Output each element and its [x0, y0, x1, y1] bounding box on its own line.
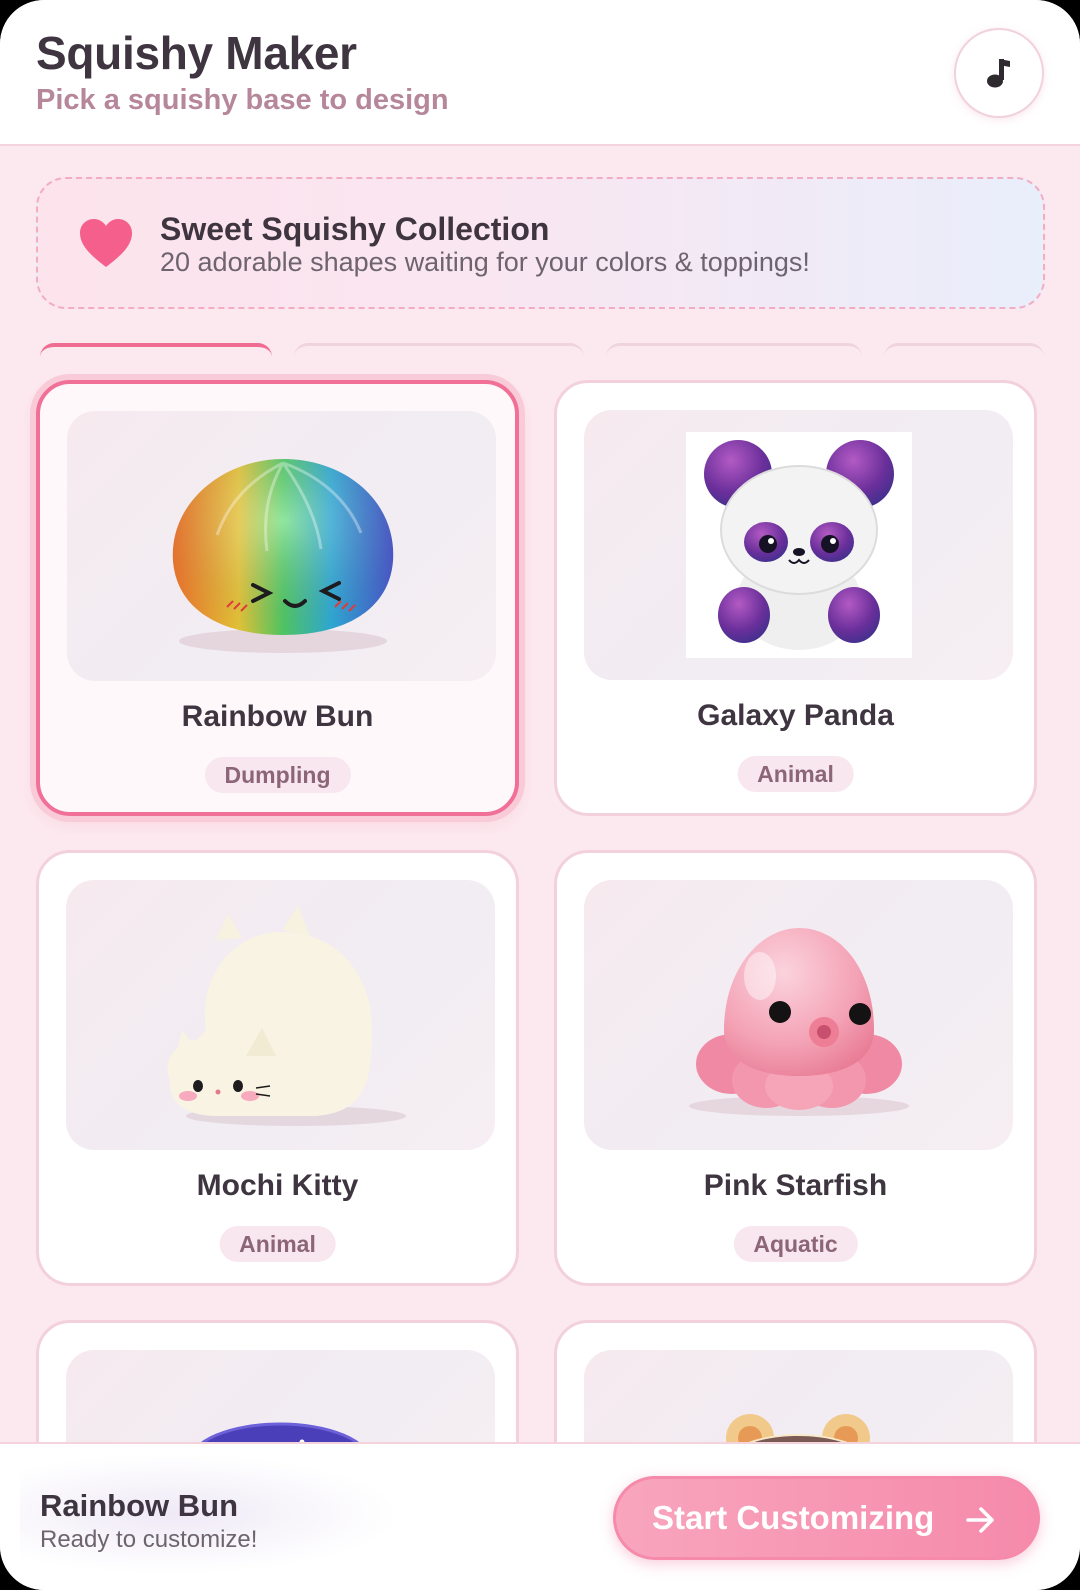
selection-status: Ready to customize!: [40, 1526, 258, 1553]
category-badge: Animal: [219, 1226, 336, 1262]
start-customizing-label: Start Customizing: [652, 1499, 935, 1536]
banner-text: 20 adorable shapes waiting for your colo…: [160, 247, 810, 277]
start-customizing-button[interactable]: Start Customizing: [613, 1476, 1040, 1560]
squishy-card-galaxy-panda[interactable]: Galaxy Panda Animal: [554, 380, 1037, 816]
music-toggle-button[interactable]: [954, 28, 1044, 118]
squishy-image: [67, 411, 496, 681]
mochi-kitty-image: [167, 906, 406, 1126]
heart-icon: [80, 219, 132, 267]
app-subtitle: Pick a squishy base to design: [36, 84, 449, 116]
banner-title: Sweet Squishy Collection: [160, 211, 550, 247]
squishy-card-mochi-kitty[interactable]: Mochi Kitty Animal: [36, 850, 519, 1286]
app-header: Squishy Maker Pick a squishy base to des…: [0, 0, 1080, 146]
squishy-name: Pink Starfish: [703, 1169, 888, 1202]
pink-starfish-image: [689, 928, 909, 1116]
squishy-image: [66, 880, 495, 1150]
selected-squishy-name: Rainbow Bun: [40, 1488, 239, 1523]
category-badge: Aquatic: [733, 1226, 858, 1262]
collection-banner: Sweet Squishy Collection 20 adorable sha…: [36, 177, 1045, 309]
squishy-card-pink-starfish[interactable]: Pink Starfish Aquatic: [554, 850, 1037, 1286]
category-tab-active[interactable]: [40, 343, 272, 357]
squishy-image: [584, 410, 1013, 680]
squishy-name: Galaxy Panda: [697, 699, 894, 732]
arrow-right-icon: [966, 1507, 994, 1533]
category-badge: Animal: [737, 756, 854, 792]
rainbow-bun-image: [172, 459, 394, 653]
category-tab[interactable]: [294, 343, 584, 357]
squishy-name: Rainbow Bun: [181, 700, 374, 733]
squishy-card-rainbow-bun[interactable]: Rainbow Bun Dumpling: [36, 380, 519, 816]
category-tabs: [0, 343, 1080, 353]
category-tab[interactable]: [884, 343, 1044, 357]
squishy-image: [584, 880, 1013, 1150]
category-badge: Dumpling: [204, 757, 351, 793]
squishy-name: Mochi Kitty: [196, 1169, 359, 1202]
category-tab[interactable]: [606, 343, 862, 357]
music-note-icon: [987, 59, 1010, 88]
selection-footer: Rainbow Bun Ready to customize! Start Cu…: [0, 1442, 1080, 1590]
app-title: Squishy Maker: [36, 27, 357, 79]
app-screen: Squishy Maker Pick a squishy base to des…: [0, 0, 1080, 1590]
galaxy-panda-image: [686, 432, 912, 658]
